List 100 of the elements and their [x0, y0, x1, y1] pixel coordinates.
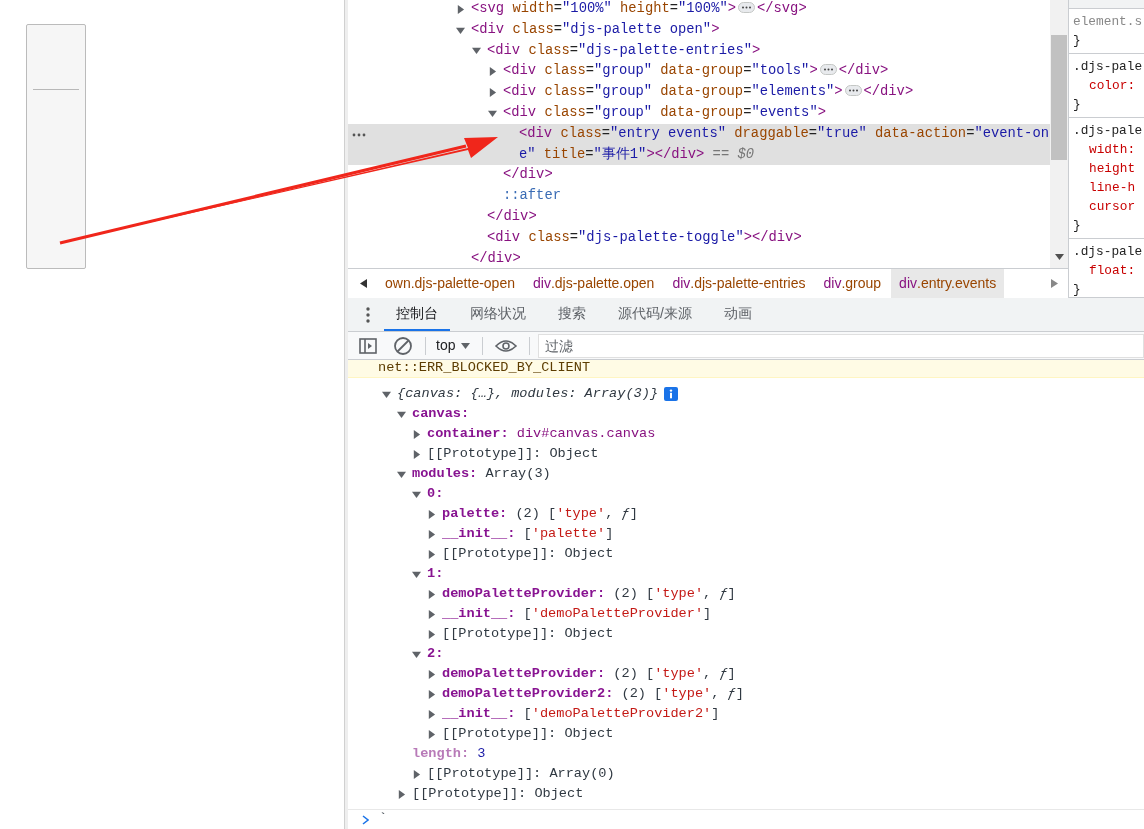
- breadcrumb[interactable]: own.djs-palette-open: [377, 269, 523, 298]
- triangle-down-icon[interactable]: [382, 389, 391, 399]
- breadcrumb[interactable]: div.entry.events: [891, 269, 1005, 298]
- more-dots-icon[interactable]: [352, 132, 366, 137]
- dom-node-line[interactable]: <div class="djs-palette-toggle"></div>: [487, 227, 1050, 249]
- dom-node-line[interactable]: <div class="group" data-group="tools"> </div>: [503, 61, 1050, 83]
- triangle-right-icon[interactable]: [412, 769, 421, 779]
- triangle-right-icon[interactable]: [427, 609, 436, 619]
- more-options-icon[interactable]: [366, 306, 370, 323]
- breadcrumb[interactable]: div.djs-palette.open: [525, 269, 663, 298]
- css-brace: }: [1073, 217, 1082, 235]
- css-selector: .djs-pale: [1073, 58, 1144, 76]
- property-row[interactable]: modules: Array(3): [412, 463, 551, 485]
- property-row[interactable]: 0:: [427, 483, 444, 505]
- scroll-down-arrow-icon[interactable]: [1054, 254, 1064, 260]
- property-row[interactable]: container: div#canvas.canvas: [427, 423, 656, 445]
- closing-tag: </div>: [503, 165, 553, 187]
- ellipsis-icon[interactable]: [819, 64, 837, 76]
- css-brace: }: [1073, 281, 1082, 297]
- css-property[interactable]: line-h: [1073, 178, 1144, 197]
- triangle-right-icon[interactable]: [427, 729, 436, 739]
- dom-node-line[interactable]: <div class="group" data-group="elements"> </div>: [503, 82, 1050, 103]
- scrollbar-thumb[interactable]: [1051, 35, 1067, 160]
- drawer-tab[interactable]: 源代码/来源: [606, 298, 704, 331]
- property-row[interactable]: __init__: ['demoPaletteProvider']: [442, 603, 712, 625]
- css-selector: element.s: [1073, 13, 1144, 31]
- closing-tag: </div>: [487, 206, 537, 228]
- triangle-right-icon[interactable]: [427, 529, 436, 539]
- triangle-right-icon[interactable]: [397, 789, 406, 799]
- property-row[interactable]: __init__: ['demoPaletteProvider2']: [442, 703, 720, 725]
- triangle-right-icon[interactable]: [427, 689, 436, 699]
- property-row[interactable]: palette: (2) ['type', ƒ]: [442, 503, 638, 525]
- css-brace: }: [1073, 32, 1082, 50]
- property-row[interactable]: demoPaletteProvider: (2) ['type', ƒ]: [442, 663, 736, 685]
- triangle-down-icon[interactable]: [472, 46, 481, 56]
- css-brace: }: [1073, 96, 1082, 114]
- triangle-down-icon[interactable]: [488, 108, 497, 118]
- scroll-right-arrow-icon[interactable]: [1051, 279, 1058, 288]
- property-row[interactable]: [[Prototype]]: Object: [442, 723, 614, 745]
- triangle-right-icon[interactable]: [412, 429, 421, 439]
- css-property[interactable]: color:: [1073, 76, 1144, 95]
- closing-tag: </div>: [471, 248, 521, 268]
- css-property[interactable]: cursor: [1073, 197, 1144, 216]
- ellipsis-icon[interactable]: [738, 2, 755, 13]
- warning-message: net::ERR_BLOCKED_BY_CLIENT: [378, 359, 591, 378]
- triangle-right-icon[interactable]: [427, 589, 436, 599]
- triangle-right-icon[interactable]: [412, 449, 421, 459]
- caret-icon: [461, 342, 471, 349]
- object-summary[interactable]: {canvas: {…}, modules: Array(3)}: [397, 383, 659, 405]
- property-row[interactable]: __init__: ['palette']: [442, 523, 614, 545]
- triangle-down-icon[interactable]: [412, 569, 421, 579]
- triangle-right-icon[interactable]: [427, 509, 436, 519]
- console-input[interactable]: `: [379, 809, 388, 829]
- triangle-right-icon[interactable]: [488, 88, 497, 98]
- triangle-right-icon[interactable]: [427, 549, 436, 559]
- property-row[interactable]: [[Prototype]]: Object: [412, 783, 584, 805]
- triangle-down-icon[interactable]: [456, 25, 465, 35]
- property-row[interactable]: 1:: [427, 563, 444, 585]
- drawer-tab[interactable]: 动画: [711, 298, 764, 331]
- property-row[interactable]: [[Prototype]]: Object: [442, 623, 614, 645]
- eye-icon[interactable]: [495, 338, 518, 353]
- drawer-tab[interactable]: 搜索: [546, 298, 598, 331]
- dom-node-line[interactable]: <svg width="100%" height="100%"> </svg>: [471, 0, 1050, 20]
- triangle-right-icon[interactable]: [427, 709, 436, 719]
- property-row[interactable]: canvas:: [412, 403, 470, 425]
- triangle-down-icon[interactable]: [397, 469, 406, 479]
- triangle-right-icon[interactable]: [427, 629, 436, 639]
- sidebar-toggle-icon[interactable]: [359, 337, 377, 354]
- pseudo-element[interactable]: ::after: [503, 188, 561, 204]
- triangle-down-icon[interactable]: [397, 409, 406, 419]
- dom-node-line[interactable]: <div class="group" data-group="events">: [503, 103, 1050, 124]
- property-row[interactable]: [[Prototype]]: Array(0): [427, 763, 615, 785]
- property-row[interactable]: demoPaletteProvider: (2) ['type', ƒ]: [442, 583, 736, 605]
- css-selector: .djs-pale: [1073, 122, 1144, 140]
- css-property[interactable]: height: [1073, 159, 1144, 178]
- scroll-left-arrow-icon[interactable]: [360, 279, 367, 288]
- css-property[interactable]: float:: [1073, 261, 1144, 280]
- prompt-chevron-icon: [362, 814, 369, 825]
- filter-field[interactable]: 过滤: [538, 333, 1144, 358]
- triangle-right-icon[interactable]: [456, 4, 465, 14]
- breadcrumb[interactable]: div.group: [815, 269, 890, 298]
- property-row[interactable]: demoPaletteProvider2: (2) ['type', ƒ]: [442, 683, 744, 705]
- triangle-down-icon[interactable]: [412, 489, 421, 499]
- css-property[interactable]: width:: [1073, 140, 1144, 159]
- triangle-right-icon[interactable]: [427, 669, 436, 679]
- clear-console-icon[interactable]: [393, 335, 413, 356]
- context-dropdown[interactable]: top: [436, 335, 471, 356]
- dom-node-line[interactable]: <div class="djs-palette-entries">: [487, 40, 1050, 62]
- property-row[interactable]: 2:: [427, 643, 444, 665]
- ellipsis-icon[interactable]: [844, 85, 862, 97]
- css-selector: .djs-pale: [1073, 243, 1144, 261]
- property-row[interactable]: [[Prototype]]: Object: [427, 443, 599, 465]
- dom-node-line[interactable]: <div class="djs-palette open">: [471, 19, 1050, 41]
- drawer-tab[interactable]: 网络状况: [458, 298, 538, 331]
- breadcrumb[interactable]: div.djs-palette-entries: [664, 269, 814, 298]
- triangle-right-icon[interactable]: [488, 67, 497, 77]
- property-row[interactable]: [[Prototype]]: Object: [442, 543, 614, 565]
- triangle-down-icon[interactable]: [412, 649, 421, 659]
- info-icon[interactable]: [664, 387, 679, 401]
- property-row-text: length: 3: [412, 744, 486, 763]
